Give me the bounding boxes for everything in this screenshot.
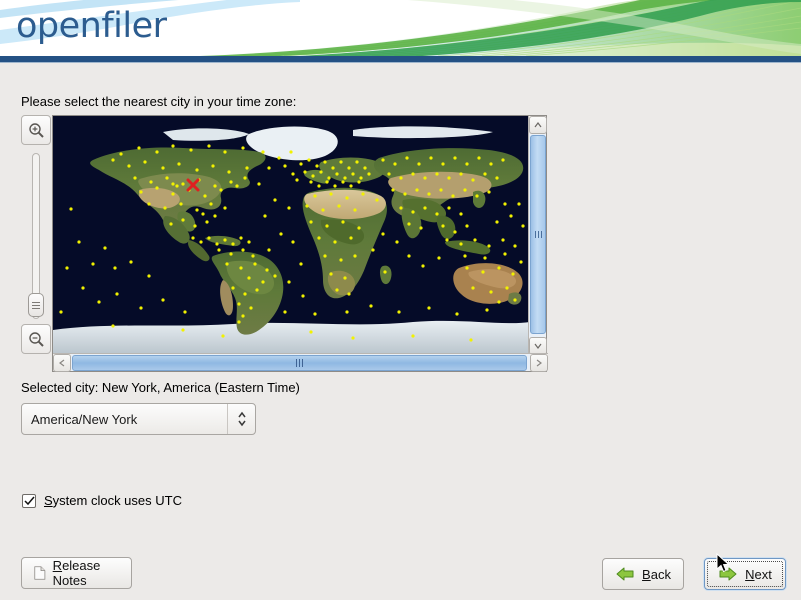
back-label-rest: ack <box>651 567 671 582</box>
next-label: Next <box>745 567 772 582</box>
release-notes-label: Release Notes <box>53 558 119 588</box>
banner-divider <box>0 56 801 63</box>
installer-window: openfiler Please select the nearest city… <box>0 0 801 600</box>
map-zoom-controls <box>21 115 51 358</box>
page-title: Please select the nearest city in your t… <box>21 94 296 109</box>
timezone-map-viewport[interactable] <box>53 116 530 355</box>
grip-icon <box>535 231 542 238</box>
map-hscroll-track[interactable] <box>71 354 530 371</box>
release-notes-mnemonic: R <box>53 558 62 573</box>
utc-checkbox-mnemonic: S <box>44 493 53 508</box>
release-notes-button[interactable]: Release Notes <box>21 557 132 589</box>
back-mnemonic: B <box>642 567 651 582</box>
magnifier-minus-icon <box>28 331 45 348</box>
chevron-down-icon <box>534 343 542 349</box>
utc-checkbox-row[interactable]: System clock uses UTC <box>22 493 182 508</box>
utc-checkbox-label: System clock uses UTC <box>44 493 182 508</box>
map-vscroll-track[interactable] <box>529 134 546 337</box>
scroll-left-button[interactable] <box>53 354 71 372</box>
back-button[interactable]: Back <box>602 558 684 590</box>
timezone-map[interactable] <box>52 115 547 372</box>
timezone-select-value: America/New York <box>22 412 227 427</box>
utc-checkbox-label-rest: ystem clock uses UTC <box>53 493 182 508</box>
chevron-left-icon <box>59 359 65 367</box>
chevron-right-icon <box>536 359 542 367</box>
map-zoom-slider-handle[interactable] <box>28 293 44 317</box>
magnifier-plus-icon <box>28 122 45 139</box>
map-vscroll-thumb[interactable] <box>530 135 546 334</box>
map-zoom-out-button[interactable] <box>21 324 51 354</box>
map-hscroll-thumb[interactable] <box>72 355 527 371</box>
arrow-left-icon <box>615 566 635 582</box>
scroll-up-button[interactable] <box>529 116 547 134</box>
checkmark-icon <box>24 496 35 506</box>
chevron-up-icon <box>534 122 542 128</box>
mouse-pointer-icon <box>716 553 730 573</box>
brand-banner: openfiler <box>0 0 801 56</box>
next-label-rest: ext <box>755 567 772 582</box>
world-map-image <box>53 116 530 355</box>
document-icon <box>34 564 46 582</box>
selected-city-label: Selected city: New York, America (Easter… <box>21 380 300 395</box>
map-zoom-in-button[interactable] <box>21 115 51 145</box>
up-down-chevron-icon[interactable] <box>227 404 255 434</box>
back-label: Back <box>642 567 671 582</box>
next-mnemonic: N <box>745 567 754 582</box>
timezone-select[interactable]: America/New York <box>21 403 256 435</box>
scroll-right-button[interactable] <box>530 354 548 372</box>
utc-checkbox[interactable] <box>22 494 36 508</box>
openfiler-logo: openfiler <box>16 6 167 46</box>
map-vertical-scrollbar[interactable] <box>528 116 546 355</box>
grip-icon <box>296 359 303 367</box>
map-horizontal-scrollbar[interactable] <box>53 353 548 371</box>
